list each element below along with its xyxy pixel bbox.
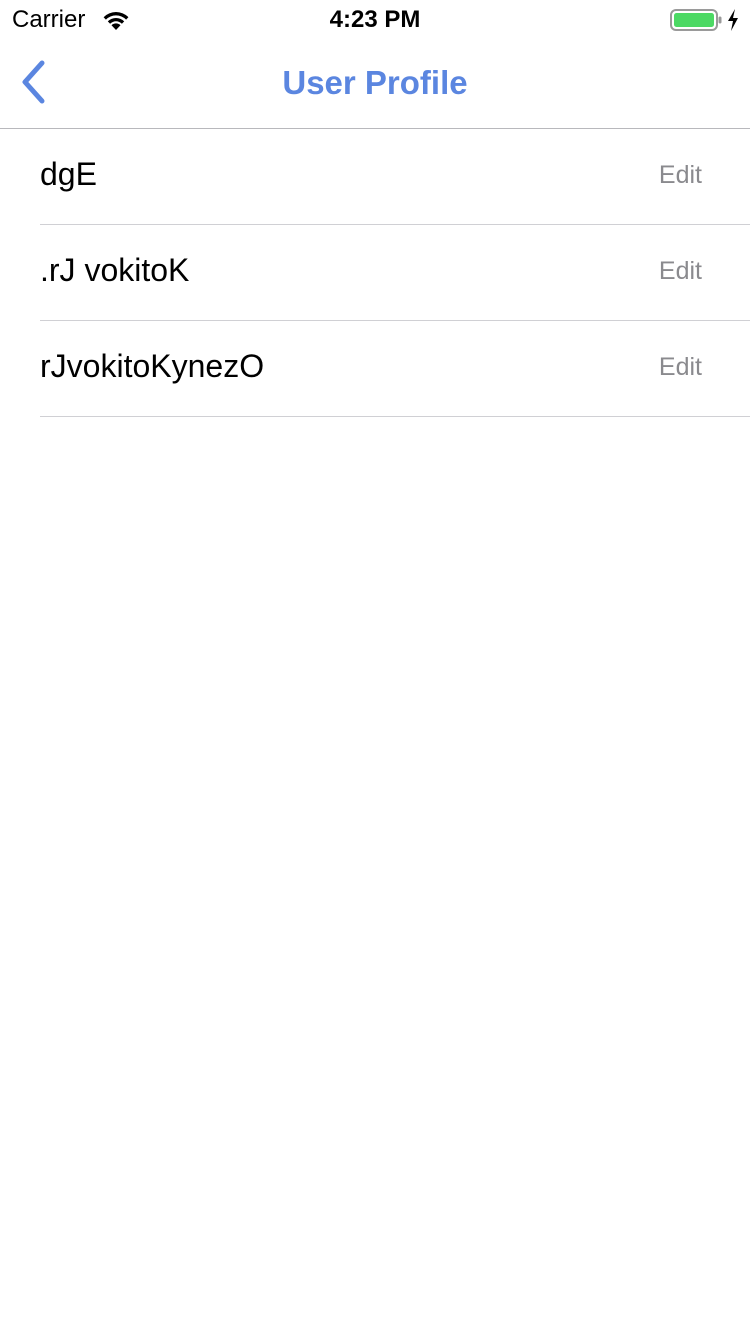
edit-button[interactable]: Edit xyxy=(659,353,702,382)
profile-field-value: .rJ vokitoK xyxy=(40,252,190,288)
charging-bolt-icon xyxy=(726,8,740,32)
edit-button[interactable]: Edit xyxy=(659,257,702,286)
list-item: rJvokitoKynezO Edit xyxy=(40,321,750,417)
list-item: dgE Edit xyxy=(40,129,750,225)
battery-icon xyxy=(670,9,722,31)
profile-field-value: rJvokitoKynezO xyxy=(40,348,265,384)
profile-list: dgE Edit .rJ vokitoK Edit rJvokitoKynezO… xyxy=(0,129,750,417)
navigation-bar: User Profile xyxy=(0,40,750,129)
status-bar: Carrier 4:23 PM xyxy=(0,0,750,40)
clock: 4:23 PM xyxy=(329,6,421,33)
list-item: .rJ vokitoK Edit xyxy=(40,225,750,321)
edit-button[interactable]: Edit xyxy=(659,161,702,190)
profile-field-value: dgE xyxy=(40,156,97,192)
page-title: User Profile xyxy=(282,64,468,101)
